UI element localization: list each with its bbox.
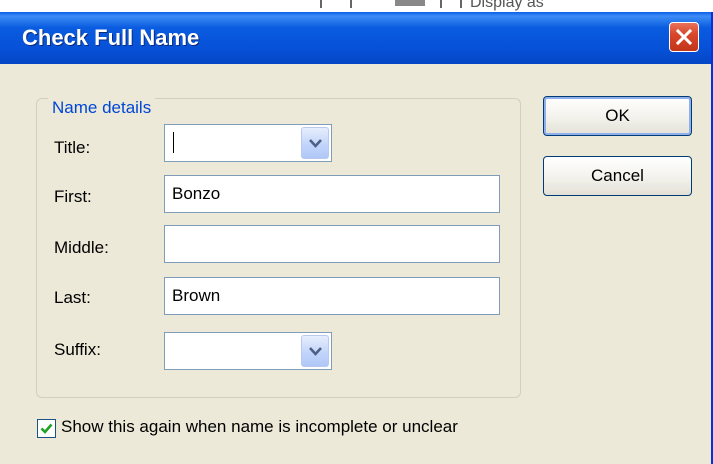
middle-label: Middle: bbox=[54, 238, 109, 257]
last-label: Last: bbox=[54, 288, 91, 307]
middle-name-field[interactable] bbox=[164, 225, 500, 263]
suffix-combobox[interactable] bbox=[164, 332, 332, 370]
cancel-button[interactable]: Cancel bbox=[543, 156, 692, 196]
close-icon bbox=[676, 29, 692, 45]
suffix-label: Suffix: bbox=[54, 340, 101, 359]
background-toolbar-fragment bbox=[320, 0, 462, 8]
name-details-group-label: Name details bbox=[48, 98, 156, 118]
ok-button[interactable]: OK bbox=[543, 96, 692, 136]
show-again-checkbox[interactable] bbox=[37, 419, 56, 438]
chevron-down-icon bbox=[309, 347, 322, 356]
checkmark-icon bbox=[40, 423, 53, 434]
close-button[interactable] bbox=[669, 22, 699, 52]
first-label: First: bbox=[54, 187, 92, 206]
background-partial-text: Display as bbox=[470, 0, 544, 11]
last-name-field[interactable] bbox=[164, 277, 500, 315]
title-combobox[interactable] bbox=[164, 124, 332, 162]
text-caret bbox=[173, 132, 174, 153]
title-dropdown-button[interactable] bbox=[301, 127, 329, 159]
background-window: Display as bbox=[0, 0, 713, 12]
suffix-dropdown-button[interactable] bbox=[301, 335, 329, 367]
show-again-label[interactable]: Show this again when name is incomplete … bbox=[61, 417, 458, 437]
title-label: Title: bbox=[54, 138, 91, 157]
dialog-title: Check Full Name bbox=[22, 25, 200, 50]
chevron-down-icon bbox=[309, 139, 322, 148]
dialog-titlebar[interactable]: Check Full Name bbox=[0, 12, 711, 64]
first-name-field[interactable] bbox=[164, 175, 500, 213]
check-full-name-dialog: Check Full Name Name details Title: Firs… bbox=[0, 12, 713, 464]
